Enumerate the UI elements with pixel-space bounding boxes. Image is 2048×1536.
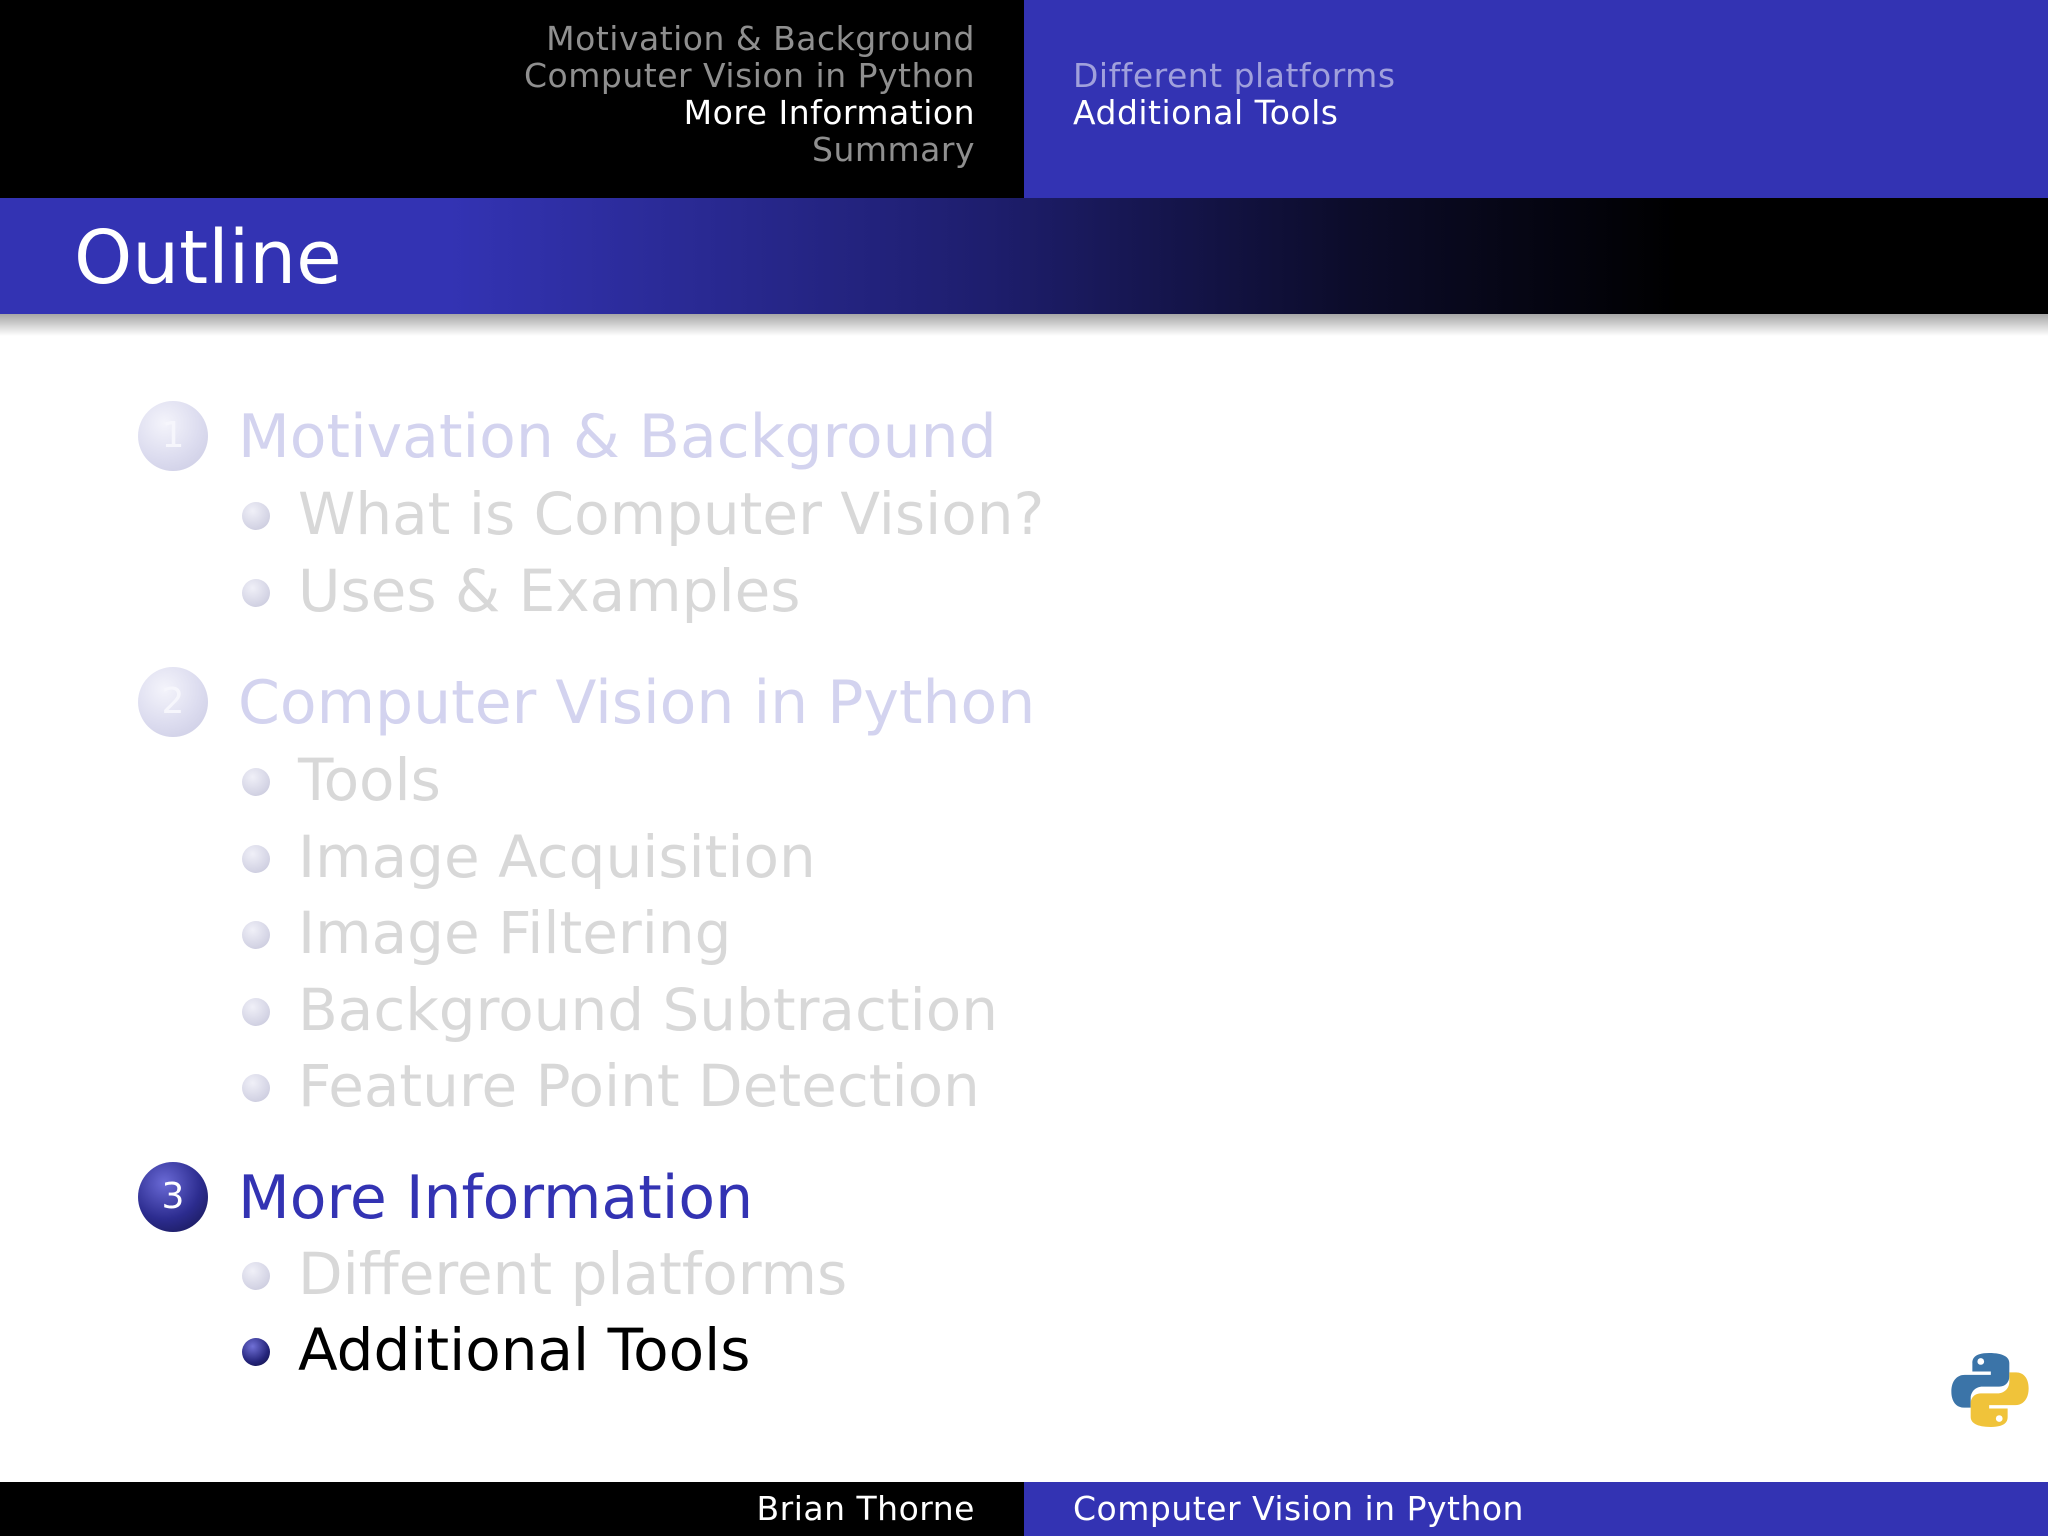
bullet-icon <box>242 1262 270 1290</box>
section-number-ball: 1 <box>138 401 208 471</box>
outline-section-label: Computer Vision in Python <box>238 668 1036 738</box>
section-number-ball: 3 <box>138 1162 208 1232</box>
header-section-cv-python[interactable]: Computer Vision in Python <box>524 57 975 94</box>
footer-author-panel: Brian Thorne <box>0 1482 1024 1536</box>
outline-item-label: Different platforms <box>298 1240 848 1308</box>
bullet-icon <box>242 845 270 873</box>
bullet-icon <box>242 502 270 530</box>
bullet-icon <box>242 768 270 796</box>
outline-item-label: What is Computer Vision? <box>298 480 1045 548</box>
bullet-icon <box>242 998 270 1026</box>
frame-title: Outline <box>74 215 342 301</box>
header-subsection-platforms[interactable]: Different platforms <box>1073 57 1396 94</box>
bullet-icon <box>242 1074 270 1102</box>
outline-section-label: More Information <box>238 1163 754 1233</box>
outline-item-label: Additional Tools <box>298 1316 751 1384</box>
outline-section-label: Motivation & Background <box>238 402 997 472</box>
outline-item-label: Uses & Examples <box>298 557 801 625</box>
bullet-icon <box>242 1338 270 1366</box>
outline-item-label: Tools <box>298 746 441 814</box>
bullet-icon <box>242 579 270 607</box>
outline-item-label: Feature Point Detection <box>298 1052 980 1120</box>
header-section-more-info[interactable]: More Information <box>524 94 975 131</box>
outline-item-label: Image Filtering <box>298 899 732 967</box>
outline-item-label: Image Acquisition <box>298 823 816 891</box>
footer-title-panel: Computer Vision in Python <box>1024 1482 2048 1536</box>
header-section-motivation[interactable]: Motivation & Background <box>524 20 975 57</box>
footer-title: Computer Vision in Python <box>1073 1489 1524 1528</box>
header-subsections-panel: Different platforms Additional Tools <box>1024 0 2048 198</box>
section-number-ball: 2 <box>138 667 208 737</box>
header-section-summary[interactable]: Summary <box>524 131 975 168</box>
outline-item-label: Background Subtraction <box>298 976 998 1044</box>
python-logo-icon <box>1951 1353 2029 1427</box>
bullet-icon <box>242 921 270 949</box>
header-subsection-list: Different platforms Additional Tools <box>1073 57 1396 131</box>
footer-author: Brian Thorne <box>756 1489 975 1528</box>
title-bar-shadow <box>0 314 2048 336</box>
header-sections-panel: Motivation & Background Computer Vision … <box>0 0 1024 198</box>
header-subsection-tools[interactable]: Additional Tools <box>1073 94 1396 131</box>
header-section-list: Motivation & Background Computer Vision … <box>524 20 975 168</box>
